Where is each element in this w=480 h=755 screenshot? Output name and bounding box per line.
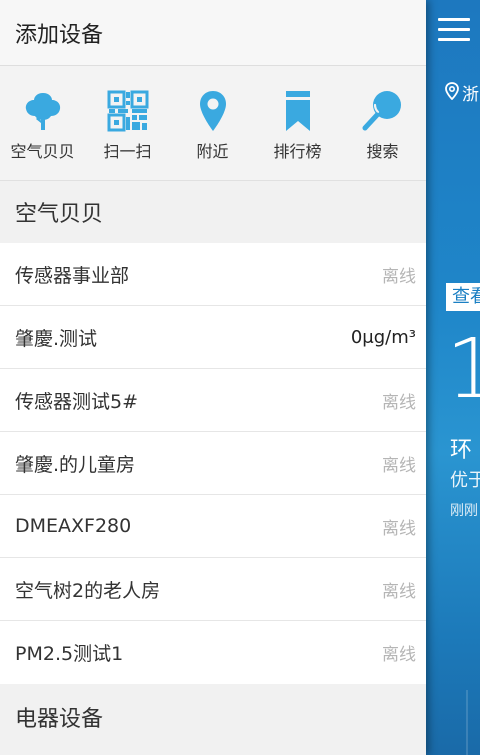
- add-device-drawer: 添加设备 空气贝贝 扫一扫 附近 排行榜 搜索 空气贝贝 传感器事业部 离线 肇…: [0, 0, 426, 755]
- device-status: 离线: [382, 518, 416, 539]
- section-appliances: 电器设备: [0, 684, 426, 750]
- device-status: 离线: [382, 455, 416, 476]
- action-label: 附近: [196, 142, 229, 161]
- action-scan[interactable]: 扫一扫: [85, 66, 170, 162]
- location-pin-icon: [199, 91, 226, 131]
- action-ranking[interactable]: 排行榜: [255, 66, 340, 162]
- device-list: 传感器事业部 离线 肇慶.测试 0μg/m³ 传感器测试5# 离线 肇慶.的儿童…: [0, 243, 426, 684]
- action-air-bebe[interactable]: 空气贝贝: [0, 66, 85, 162]
- device-name: DMEAXF280: [15, 515, 132, 537]
- action-label: 空气贝贝: [10, 142, 75, 161]
- divider: [466, 690, 468, 755]
- drawer-header: 添加设备: [0, 0, 426, 66]
- device-row[interactable]: PM2.5测试1 离线: [0, 621, 426, 684]
- device-row[interactable]: 肇慶.的儿童房 离线: [0, 432, 426, 495]
- action-bar: 空气贝贝 扫一扫 附近 排行榜 搜索: [0, 66, 426, 181]
- device-name: 传感器测试5#: [15, 390, 139, 413]
- main-panel: 浙 查看 1 环 优于 刚刚: [426, 0, 480, 755]
- grade-label: 优于: [450, 470, 480, 491]
- aqi-value: 1: [446, 322, 480, 417]
- environment-label: 环: [450, 438, 473, 463]
- tree-icon: [25, 93, 60, 130]
- action-nearby[interactable]: 附近: [170, 66, 255, 162]
- device-status: 离线: [382, 392, 416, 413]
- device-name: 空气树2的老人房: [15, 579, 161, 602]
- qr-code-icon: [107, 90, 148, 132]
- action-search[interactable]: 搜索: [340, 66, 425, 162]
- device-row[interactable]: 肇慶.测试 0μg/m³: [0, 306, 426, 369]
- device-row[interactable]: 传感器事业部 离线: [0, 243, 426, 306]
- device-name: 肇慶.的儿童房: [15, 453, 136, 476]
- location-text[interactable]: 浙: [462, 80, 479, 105]
- check-button[interactable]: 查看: [446, 283, 480, 311]
- update-time: 刚刚: [450, 503, 478, 519]
- device-name: 传感器事业部: [15, 264, 130, 287]
- device-status: 离线: [382, 581, 416, 602]
- drawer-title: 添加设备: [15, 22, 104, 48]
- device-name: 肇慶.测试: [15, 327, 98, 350]
- menu-icon-bar: [438, 18, 470, 21]
- menu-icon-bar: [438, 28, 470, 31]
- menu-icon-bar: [438, 38, 470, 41]
- device-row[interactable]: 空气树2的老人房 离线: [0, 558, 426, 621]
- device-status: 离线: [382, 645, 416, 665]
- action-label: 搜索: [366, 142, 399, 161]
- device-row[interactable]: DMEAXF280 离线: [0, 495, 426, 558]
- menu-button[interactable]: [438, 18, 470, 48]
- bookmark-icon: [285, 91, 310, 131]
- device-status: 离线: [382, 266, 416, 287]
- action-label: 扫一扫: [103, 142, 152, 161]
- device-name: PM2.5测试1: [15, 643, 124, 665]
- section-air-bebe: 空气贝贝: [0, 181, 426, 243]
- device-row[interactable]: 传感器测试5# 离线: [0, 369, 426, 432]
- device-reading: 0μg/m³: [350, 326, 416, 348]
- search-icon: [362, 91, 401, 131]
- action-label: 排行榜: [273, 142, 322, 161]
- location-icon: [445, 82, 459, 100]
